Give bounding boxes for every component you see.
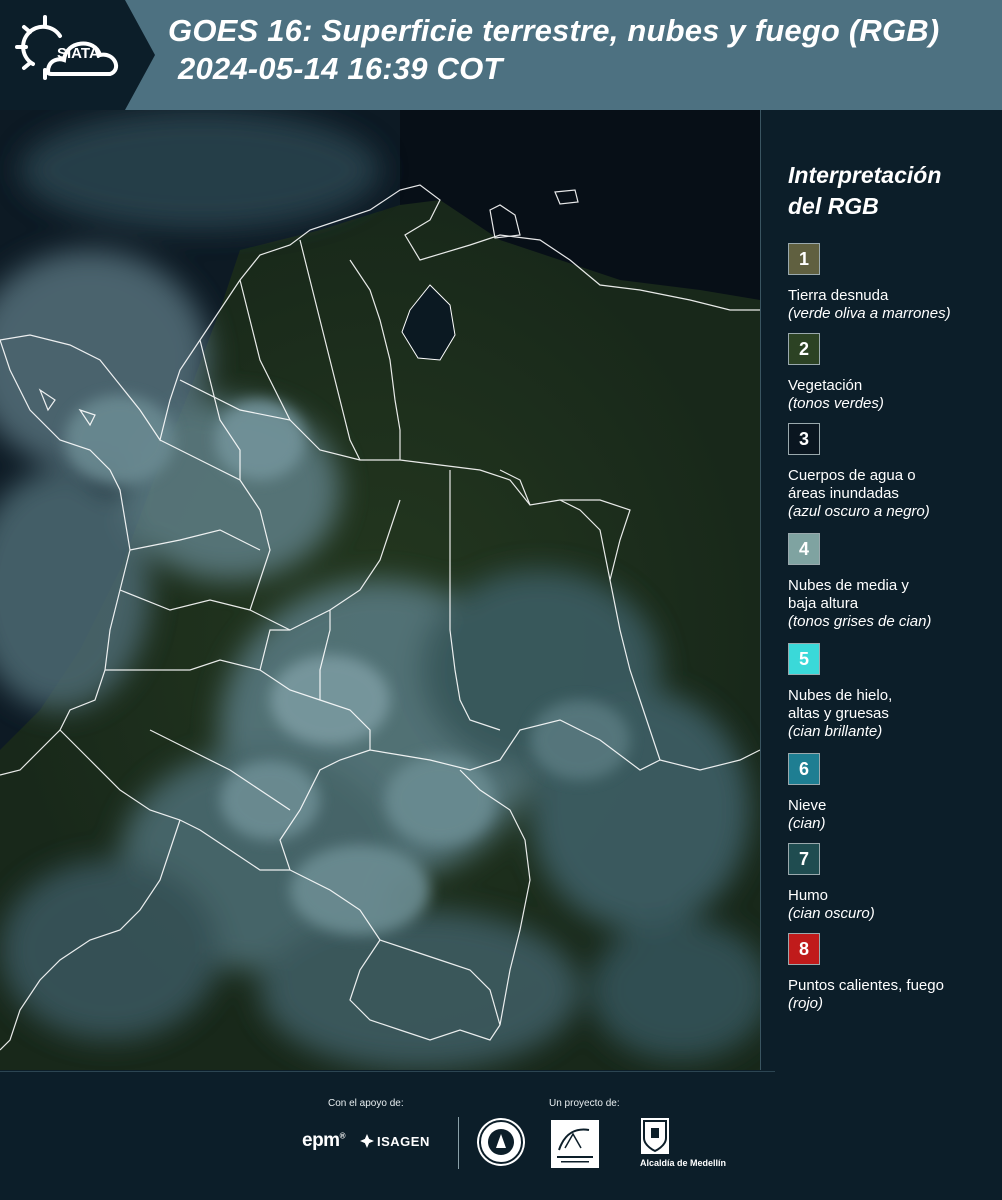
legend-item: 1 Tierra desnuda (verde oliva a marrones) [788,243,993,323]
legend-swatch: 8 [788,933,820,965]
epm-logo: epm® [302,1130,346,1151]
legend-title-line1: Interpretación [788,162,942,188]
legend-label: Tierra desnuda [788,287,889,304]
title-timestamp: 2024-05-14 16:39 COT [178,51,503,86]
isagen-logo-text: ISAGEN [377,1134,430,1149]
legend-swatch: 6 [788,753,820,785]
satellite-map [0,110,760,1070]
legend-description: (tonos verdes) [788,395,884,412]
isagen-mark-icon [360,1134,374,1148]
alcaldia-shield-icon [641,1118,669,1154]
legend-label: Cuerpos de agua o áreas inundadas [788,467,916,502]
legend-item: 8 Puntos calientes, fuego (rojo) [788,933,993,1013]
footer: Con el apoyo de: Un proyecto de: epm® IS… [0,1072,1002,1200]
legend-title-line2: del RGB [788,193,879,219]
title-product: GOES 16: Superficie terrestre, nubes y f… [168,13,940,48]
university-seal-icon [477,1118,525,1166]
legend-swatch: 5 [788,643,820,675]
legend-description: (cian) [788,815,826,832]
legend-swatch: 7 [788,843,820,875]
legend-description: (rojo) [788,995,824,1012]
rgb-legend: Interpretación del RGB 1 Tierra desnuda (v… [788,160,993,1012]
legend-swatch: 2 [788,333,820,365]
legend-item: 3 Cuerpos de agua o áreas inundadas (azul … [788,423,993,521]
footer-separator [458,1117,459,1169]
legend-label: Puntos calientes, fuego [788,977,944,994]
legend-item: 2 Vegetación (tonos verdes) [788,333,993,413]
legend-swatch: 3 [788,423,820,455]
isagen-logo: ISAGEN [360,1134,430,1149]
legend-label: Humo [788,887,829,904]
legend-label: Nieve [788,797,827,814]
legend-description: (cian oscuro) [788,905,875,922]
project-label: Un proyecto de: [549,1098,620,1109]
legend-description: (azul oscuro a negro) [788,503,930,520]
legend-swatch: 4 [788,533,820,565]
legend-label: Nubes de hielo, altas y gruesas [788,687,893,722]
siata-logo-text: SIATA [57,45,100,62]
legend-label: Nubes de media y baja altura [788,577,909,612]
legend-item: 4 Nubes de media y baja altura (tonos gris… [788,533,993,631]
legend-description: (verde oliva a marrones) [788,305,951,322]
legend-item: 6 Nieve (cian) [788,753,993,833]
support-label: Con el apoyo de: [328,1098,404,1109]
map-divider [760,110,761,1070]
epm-logo-text: epm [302,1130,340,1151]
header-bar: SIATA GOES 16: Superficie terrestre, nub… [0,0,1002,110]
page-title: GOES 16: Superficie terrestre, nubes y f… [168,12,939,88]
siata-logo: SIATA [0,0,160,110]
legend-item: 7 Humo (cian oscuro) [788,843,993,923]
area-metropolitana-logo-icon [551,1120,599,1168]
legend-label: Vegetación [788,377,863,394]
legend-swatch: 1 [788,243,820,275]
legend-description: (cian brillante) [788,723,883,740]
legend-description: (tonos grises de cian) [788,613,932,630]
alcaldia-label: Alcaldía de Medellín [640,1158,727,1168]
legend-title: Interpretación del RGB [788,160,993,222]
legend-item: 5 Nubes de hielo, altas y gruesas (cian br… [788,643,993,741]
